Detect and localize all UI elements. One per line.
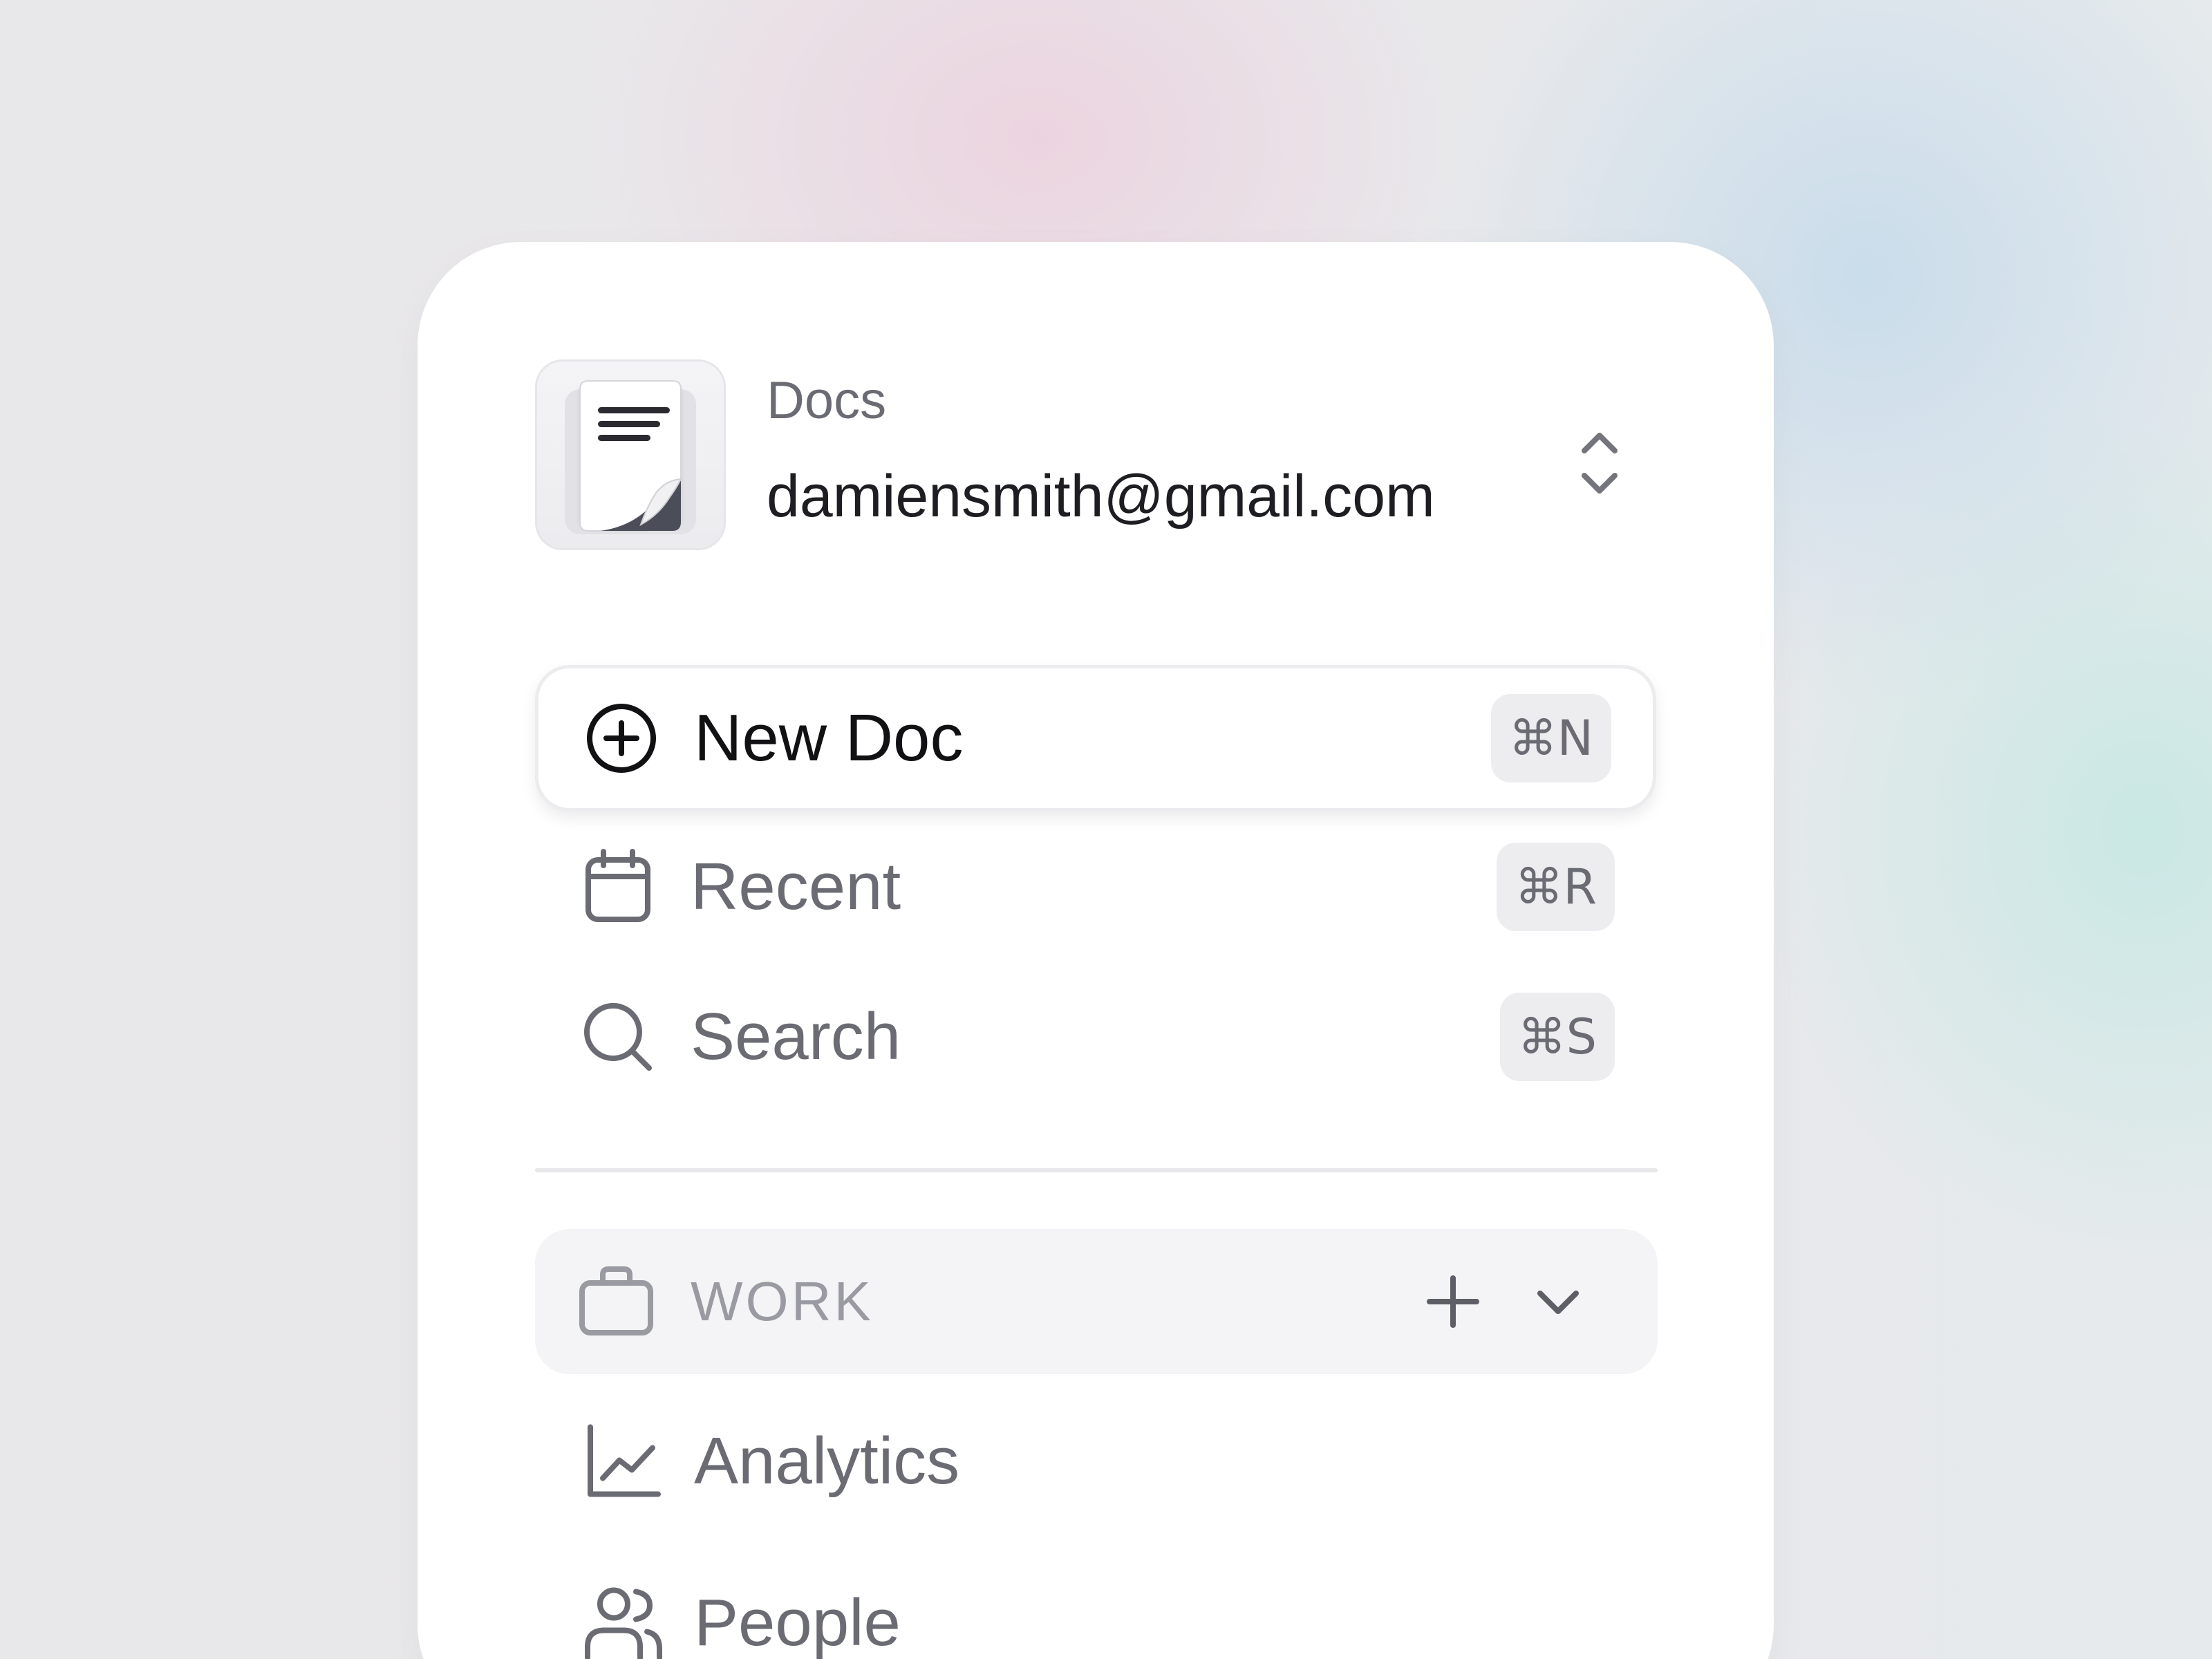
divider xyxy=(535,1168,1658,1172)
shortcut-badge: ⌘S xyxy=(1499,993,1615,1081)
chevron-down-icon[interactable] xyxy=(1530,1274,1586,1329)
app-name: Docs xyxy=(767,371,887,430)
document-icon xyxy=(535,359,726,550)
shortcut-badge: ⌘N xyxy=(1490,694,1611,782)
nav-item-label: Recent xyxy=(691,850,901,924)
section-header-work[interactable]: WORK xyxy=(535,1229,1658,1374)
section-label: WORK xyxy=(691,1271,874,1332)
shortcut-badge: ⌘R xyxy=(1497,843,1615,931)
sidebar-item-people[interactable]: People xyxy=(583,1554,1606,1659)
sidebar-item-label: Analytics xyxy=(694,1424,960,1498)
add-icon[interactable] xyxy=(1420,1268,1486,1335)
sidebar-item-recent[interactable]: Recent ⌘R xyxy=(535,814,1656,960)
search-icon xyxy=(580,999,656,1075)
sidebar-item-analytics[interactable]: Analytics xyxy=(583,1392,1606,1530)
plus-circle-icon xyxy=(583,700,659,776)
new-doc-button[interactable]: New Doc ⌘N xyxy=(535,665,1656,812)
calendar-icon xyxy=(580,849,656,925)
chart-line-icon xyxy=(583,1422,663,1501)
sidebar-item-search[interactable]: Search ⌘S xyxy=(535,964,1656,1110)
nav-item-label: Search xyxy=(691,1000,901,1074)
briefcase-icon xyxy=(577,1264,656,1340)
chevron-up-down-icon[interactable] xyxy=(1572,422,1627,505)
sidebar-panel: Docs damiensmith@gmail.com New Doc ⌘N Re… xyxy=(418,242,1774,1659)
nav-item-label: New Doc xyxy=(694,701,964,775)
sidebar-item-label: People xyxy=(694,1586,901,1659)
users-icon xyxy=(583,1584,663,1659)
account-email: damiensmith@gmail.com xyxy=(767,463,1435,529)
